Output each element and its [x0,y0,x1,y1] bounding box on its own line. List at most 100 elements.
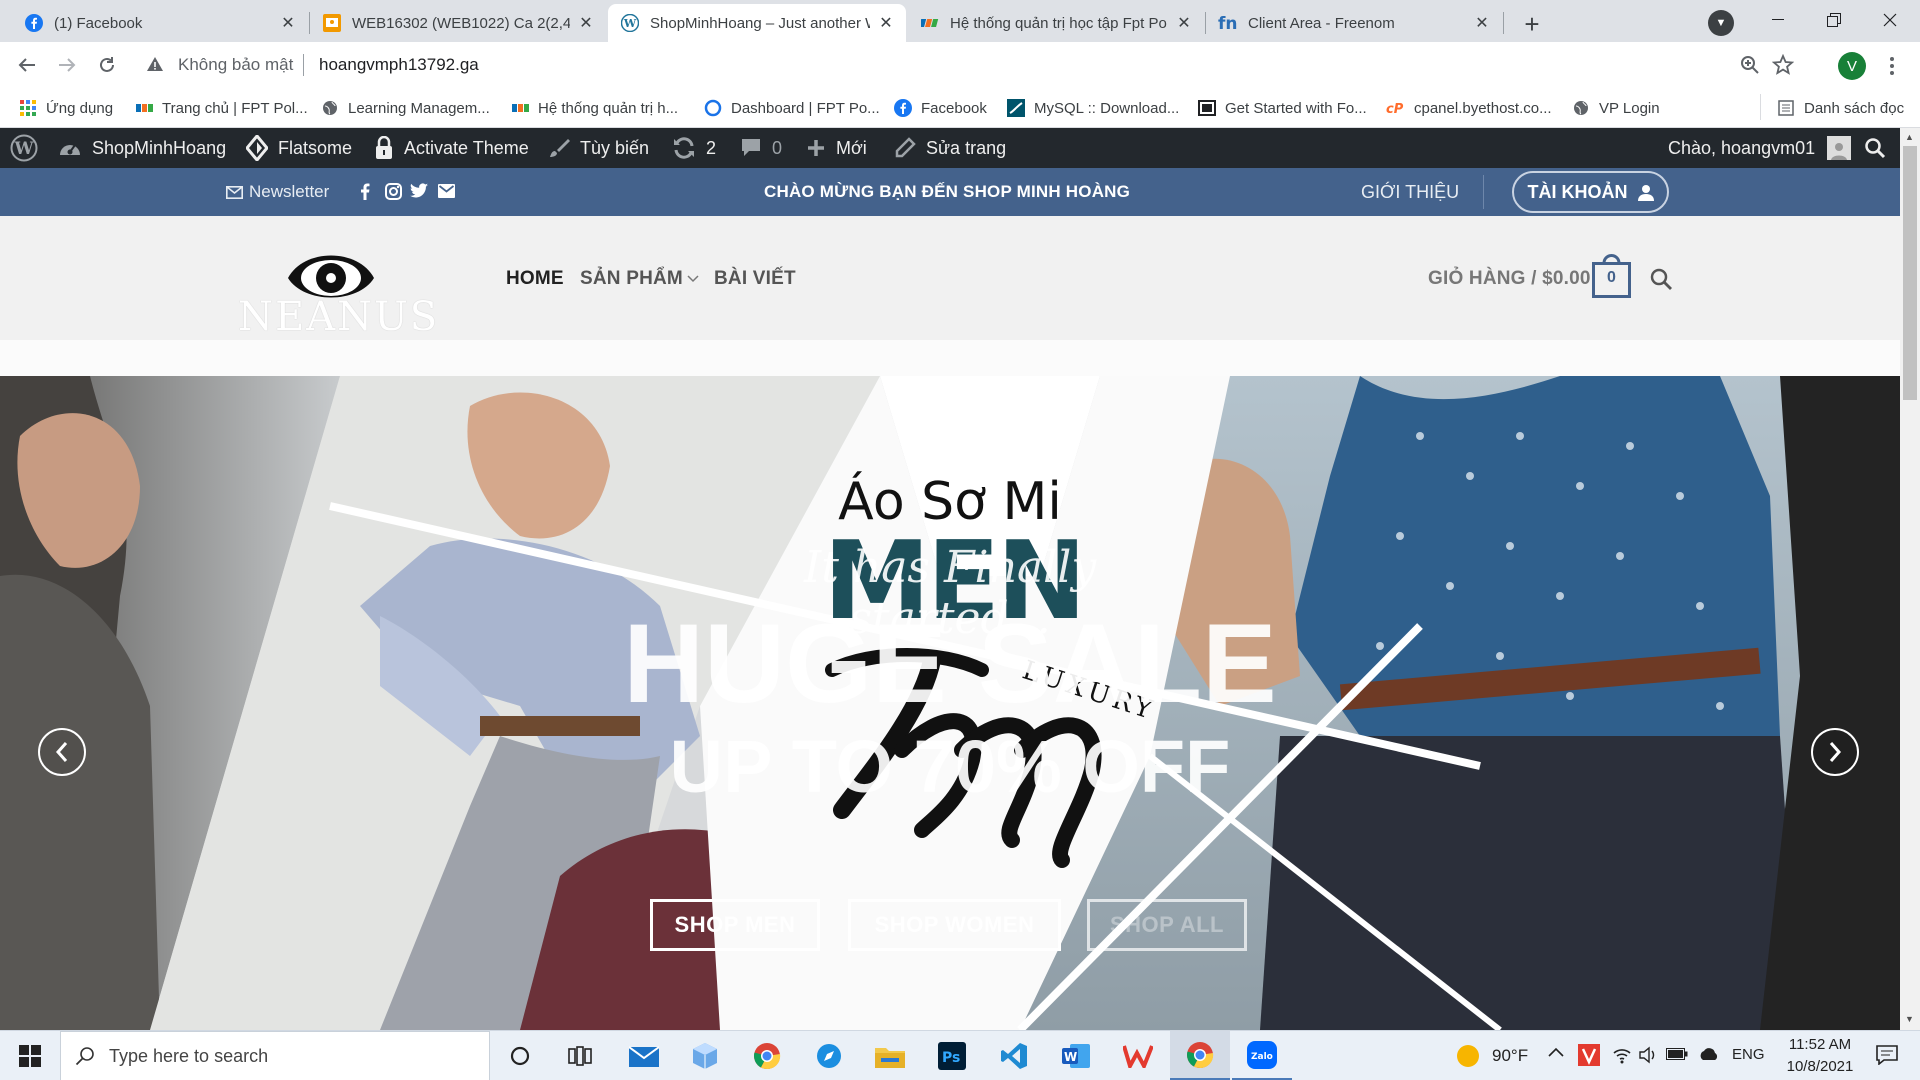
wordpress-icon: W [620,13,640,33]
word-icon[interactable]: W [1046,1031,1106,1080]
profile-avatar[interactable]: V [1838,52,1866,80]
slider-next-button[interactable] [1811,728,1859,776]
bookmark-cpanel[interactable]: cP cpanel.byethost.co... [1386,97,1552,119]
wp-theme-flatsome[interactable]: Flatsome [246,128,352,168]
weather-widget[interactable]: 90°F [1456,1031,1528,1080]
cart-count-badge[interactable]: 0 [1592,254,1631,298]
wp-updates[interactable]: 2 [672,128,716,168]
close-icon[interactable]: ✕ [1174,13,1194,33]
address-bar[interactable]: Không bảo mật hoangvmph13792.ga [136,48,1796,82]
battery-icon[interactable] [1666,1047,1688,1061]
wifi-icon[interactable] [1612,1045,1632,1065]
star-icon[interactable] [1772,54,1794,76]
wp-activate-theme[interactable]: Activate Theme [374,128,529,168]
tab-fpt-lms[interactable]: Hệ thống quản trị học tập Fpt Po ✕ [908,4,1204,42]
slider-prev-button[interactable] [38,728,86,776]
wp-search-icon[interactable] [1864,128,1886,168]
fpt-icon [510,98,530,118]
email-icon[interactable] [438,184,455,198]
input-language[interactable]: ENG [1732,1046,1765,1063]
windows-start-icon[interactable] [0,1031,60,1080]
chrome-active-icon[interactable] [1170,1031,1230,1080]
search-icon[interactable] [1650,268,1672,290]
wp-new[interactable]: Mới [806,128,867,168]
restore-button[interactable] [1810,0,1858,40]
cart-link[interactable]: GIỎ HÀNG / $0.00 [1428,268,1591,290]
hero-headline: HUGE SALE [623,601,1277,726]
about-link[interactable]: GIỚI THIỆU [1361,182,1459,203]
file-explorer-icon[interactable] [860,1031,920,1080]
bookmark-fpt-home[interactable]: Trang chủ | FPT Pol... [134,97,308,119]
cloud-icon[interactable] [1698,1047,1720,1061]
nav-home[interactable]: HOME [506,268,564,290]
tab-classroom[interactable]: WEB16302 (WEB1022) Ca 2(2,4,6) ✕ [310,4,606,42]
twitter-icon[interactable] [410,183,428,199]
3d-viewer-icon[interactable] [675,1031,735,1080]
bookmark-vp-login[interactable]: VP Login [1571,97,1660,119]
bookmark-learning[interactable]: Learning Managem... [320,97,490,119]
wp-edit-page[interactable]: Sửa trang [894,128,1006,168]
scroll-down-arrow-icon[interactable]: ▼ [1905,1014,1914,1024]
bookmark-fpt-lms[interactable]: Hệ thống quản trị h... [510,97,678,119]
tab-freenom[interactable]: fn Client Area - Freenom ✕ [1206,4,1502,42]
new-tab-button[interactable]: + [1516,8,1548,40]
shop-men-button[interactable]: SHOP MEN [650,899,820,951]
safari-like-icon[interactable] [799,1031,859,1080]
bookmark-mysql[interactable]: MySQL :: Download... [1006,97,1179,119]
page-scrollbar[interactable]: ▲ ▼ [1900,128,1920,1030]
reload-button[interactable] [92,50,122,80]
shop-women-button[interactable]: SHOP WOMEN [848,899,1061,951]
facebook-icon[interactable] [360,183,370,200]
wps-icon[interactable] [1108,1031,1168,1080]
wp-account-greeting[interactable]: Chào, hoangvm01 [1668,128,1852,168]
instagram-icon[interactable] [385,183,402,200]
chevron-up-icon[interactable] [1548,1046,1564,1058]
site-logo[interactable]: NEANUS [238,234,437,340]
nav-products[interactable]: SẢN PHẨM [580,268,699,290]
bookmark-dashboard[interactable]: Dashboard | FPT Po... [703,97,880,119]
account-button[interactable]: TÀI KHOẢN [1512,171,1669,213]
close-icon[interactable]: ✕ [576,13,596,33]
taskbar-search[interactable]: Type here to search [60,1031,490,1080]
tab-search-button[interactable]: ▼ [1708,10,1734,36]
close-icon[interactable]: ✕ [1472,13,1492,33]
close-window-button[interactable] [1866,0,1914,40]
reading-list[interactable]: Danh sách đọc [1776,97,1904,119]
back-button[interactable] [12,50,42,80]
url-text[interactable]: hoangvmph13792.ga [319,55,479,75]
bookmark-get-started[interactable]: Get Started with Fo... [1197,97,1367,119]
wp-site-name[interactable]: ShopMinhHoang [58,128,226,168]
photoshop-icon[interactable]: Ps [922,1031,982,1080]
zalo-icon[interactable]: Zalo [1232,1031,1292,1080]
bookmark-facebook[interactable]: Facebook [893,97,987,119]
task-view-icon[interactable] [550,1031,610,1080]
vivaldi-tray-icon[interactable] [1578,1044,1600,1066]
close-icon[interactable]: ✕ [278,13,298,33]
security-label[interactable]: Không bảo mật [178,55,293,75]
zoom-icon[interactable] [1740,55,1760,75]
shop-all-button[interactable]: SHOP ALL [1087,899,1247,951]
more-menu-icon[interactable] [1882,52,1902,80]
volume-icon[interactable] [1638,1045,1658,1065]
wordpress-logo-icon[interactable]: W [10,128,38,168]
close-icon[interactable]: ✕ [876,13,896,33]
wp-customize[interactable]: Tùy biến [548,128,649,168]
cortana-icon[interactable] [490,1031,550,1080]
bookmark-apps[interactable]: Ứng dụng [18,97,113,119]
svg-text:Ps: Ps [942,1050,960,1066]
wp-comments[interactable]: 0 [740,128,782,168]
clock[interactable]: 11:52 AM 10/8/2021 [1778,1034,1862,1078]
forward-button[interactable] [52,50,82,80]
minimize-button[interactable] [1754,0,1802,40]
nav-posts[interactable]: BÀI VIẾT [714,268,796,290]
tab-shopminhhoang[interactable]: W ShopMinhHoang – Just another W ✕ [608,4,906,42]
chrome-icon[interactable] [737,1031,797,1080]
scrollbar-thumb[interactable] [1903,146,1917,400]
mail-icon[interactable] [614,1031,674,1080]
vscode-icon[interactable] [984,1031,1044,1080]
newsletter-link[interactable]: Newsletter [226,182,329,202]
flatsome-icon [246,135,268,161]
tab-facebook[interactable]: (1) Facebook ✕ [12,4,308,42]
notifications-icon[interactable] [1876,1045,1898,1065]
scroll-up-arrow-icon[interactable]: ▲ [1905,132,1914,142]
